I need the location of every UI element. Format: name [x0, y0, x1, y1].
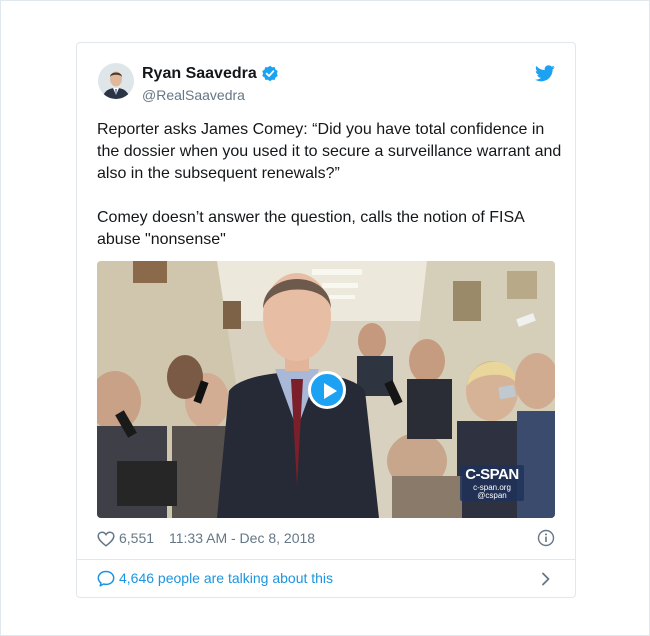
likes-count[interactable]: 6,551	[119, 530, 154, 546]
chevron-right-icon[interactable]	[541, 572, 551, 586]
cspan-watermark-title: C-SPAN	[465, 466, 519, 483]
tweet-text: Reporter asks James Comey: “Did you have…	[97, 119, 567, 251]
author-name[interactable]: Ryan Saavedra	[142, 65, 257, 83]
cspan-watermark-handle: @cspan	[477, 491, 507, 500]
author-handle[interactable]: @RealSaavedra	[142, 87, 245, 103]
conversation-link[interactable]: 4,646 people are talking about this	[97, 569, 557, 589]
cspan-watermark: C-SPAN c-span.org @cspan	[460, 465, 524, 501]
info-icon[interactable]	[537, 529, 555, 547]
tweet-paragraph: Reporter asks James Comey: “Did you have…	[97, 121, 562, 182]
avatar[interactable]	[98, 63, 134, 99]
tweet-footer: 6,551 11:33 AM - Dec 8, 2018	[97, 529, 557, 549]
tweet-card[interactable]: Ryan Saavedra @RealSaavedra Reporter ask…	[76, 42, 576, 598]
play-icon[interactable]	[308, 371, 346, 409]
video-player[interactable]: C-SPAN c-span.org @cspan	[97, 261, 555, 518]
conversation-label[interactable]: 4,646 people are talking about this	[119, 570, 333, 586]
verified-icon	[262, 65, 278, 82]
tweet-timestamp[interactable]: 11:33 AM - Dec 8, 2018	[169, 530, 315, 546]
divider	[77, 559, 575, 560]
heart-icon[interactable]	[97, 531, 115, 547]
reply-icon	[97, 570, 115, 587]
twitter-bird-icon[interactable]	[535, 65, 555, 82]
tweet-paragraph: Comey doesn’t answer the question, calls…	[97, 209, 524, 248]
